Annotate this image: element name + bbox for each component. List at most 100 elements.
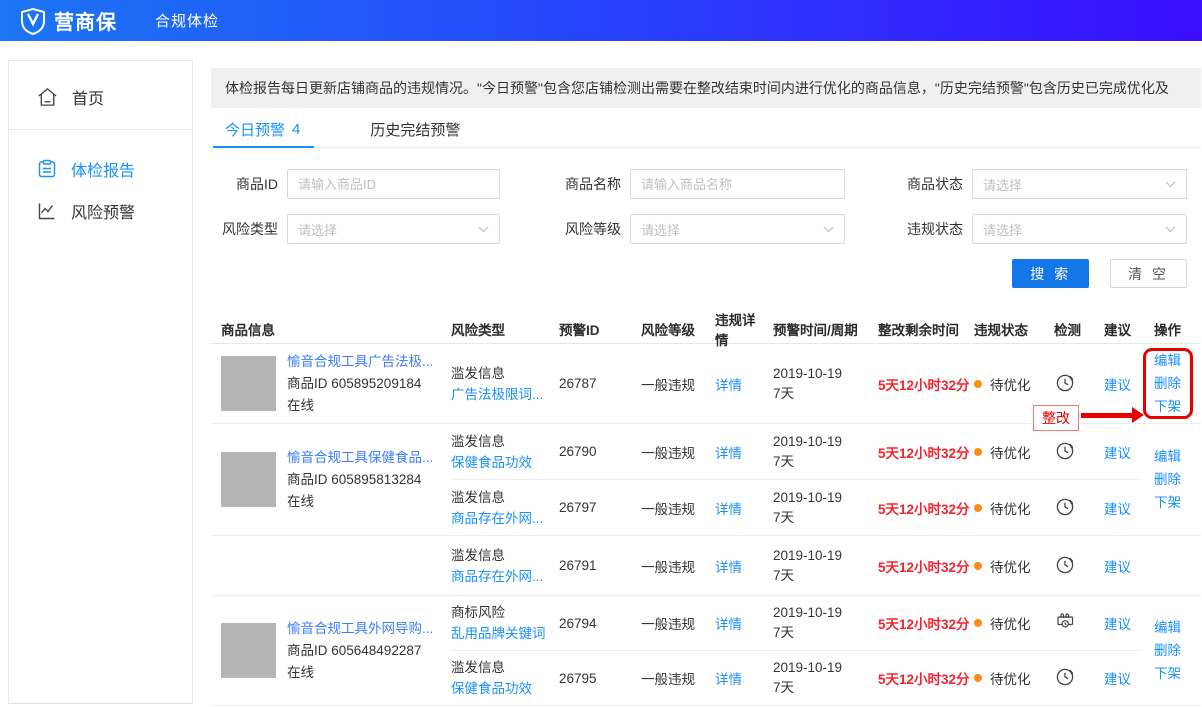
risk-level-cell: 一般违规: [627, 613, 701, 633]
product-cell: 愉音合规工具外网导购... 商品ID 605648492287 在线: [211, 596, 451, 705]
detail-link[interactable]: 详情: [715, 617, 742, 632]
clock-countdown-icon[interactable]: [1054, 439, 1077, 462]
risk-detail-link[interactable]: 保健食品功效: [451, 452, 551, 473]
violation-status-cell: 待优化: [960, 668, 1040, 688]
product-title-link[interactable]: 愉音合规工具保健食品...: [287, 447, 433, 469]
warn-id-cell: 26791: [551, 558, 627, 573]
table-row: 愉音合规工具外网导购... 商品ID 605648492287 在线 商标风险 …: [211, 596, 1201, 706]
warn-date: 2019-10-19: [773, 488, 864, 508]
check-cell: [1040, 371, 1090, 397]
product-cell: 愉音合规工具广告法极... 商品ID 605895209184 在线: [211, 344, 451, 423]
risk-level-select[interactable]: 请选择: [630, 214, 845, 244]
delete-link[interactable]: 删除: [1154, 471, 1201, 489]
edit-link[interactable]: 编辑: [1154, 352, 1201, 370]
delete-link[interactable]: 删除: [1154, 375, 1201, 393]
tab-history-warnings[interactable]: 历史完结预警: [370, 111, 460, 147]
risk-type-select[interactable]: 请选择: [287, 214, 500, 244]
warn-cycle: 7天: [773, 452, 864, 472]
detail-cell: 详情: [701, 374, 759, 394]
select-placeholder: 请选择: [298, 220, 337, 239]
operations-cell: [1140, 536, 1201, 595]
calendar-clock-icon[interactable]: [1054, 610, 1077, 633]
status-text: 待优化: [990, 442, 1031, 462]
select-placeholder: 请选择: [641, 220, 680, 239]
edit-link[interactable]: 编辑: [1154, 448, 1201, 466]
sidebar-item-home[interactable]: 首页: [9, 61, 192, 130]
status-text: 待优化: [990, 498, 1031, 518]
risk-detail-link[interactable]: 广告法极限词...: [451, 384, 551, 405]
sidebar-item-risk[interactable]: 风险预警: [9, 190, 192, 232]
advice-link[interactable]: 建议: [1104, 672, 1131, 687]
detail-link[interactable]: 详情: [715, 672, 742, 687]
product-online-status: 在线: [287, 491, 433, 513]
remaining-time-cell: 5天12小时32分: [864, 442, 960, 462]
edit-link[interactable]: 编辑: [1154, 619, 1201, 637]
filter-label-violation-status: 违规状态: [845, 214, 972, 244]
check-cell: [1040, 610, 1090, 636]
advice-cell: 建议: [1090, 442, 1140, 462]
clear-button[interactable]: 清 空: [1110, 259, 1187, 288]
detail-link[interactable]: 详情: [715, 378, 742, 393]
violation-status-select[interactable]: 请选择: [972, 214, 1187, 244]
chevron-down-icon: [823, 226, 834, 233]
detail-link[interactable]: 详情: [715, 446, 742, 461]
tab-bar: 今日预警 4 历史完结预警: [211, 111, 1201, 148]
clock-countdown-icon[interactable]: [1054, 553, 1077, 576]
warn-time-cell: 2019-10-19 7天: [759, 364, 864, 404]
sidebar-menu: 体检报告 风险预警: [9, 130, 192, 232]
product-name-input[interactable]: [630, 169, 845, 199]
advice-link[interactable]: 建议: [1104, 446, 1131, 461]
sidebar-item-report[interactable]: 体检报告: [9, 148, 192, 190]
product-title-link[interactable]: 愉音合规工具外网导购...: [287, 618, 433, 640]
remaining-time-cell: 5天12小时32分: [864, 498, 960, 518]
product-id-input[interactable]: [287, 169, 500, 199]
advice-link[interactable]: 建议: [1104, 560, 1131, 575]
product-status-select[interactable]: 请选择: [972, 169, 1187, 199]
clock-countdown-icon[interactable]: [1054, 371, 1077, 394]
clock-countdown-icon[interactable]: [1054, 665, 1077, 688]
tab-label: 历史完结预警: [370, 119, 460, 140]
risk-detail-link[interactable]: 乱用品牌关键词: [451, 623, 551, 644]
advice-link[interactable]: 建议: [1104, 502, 1131, 517]
risk-type-cell: 滥发信息 商品存在外网...: [451, 487, 551, 529]
detail-cell: 详情: [701, 442, 759, 462]
takedown-link[interactable]: 下架: [1154, 665, 1201, 683]
check-cell: [1040, 553, 1090, 579]
tab-label: 今日预警: [225, 119, 285, 140]
product-cell: 愉音合规工具保健食品... 商品ID 605895813284 在线: [211, 424, 451, 535]
violation-status-cell: 待优化: [960, 613, 1040, 633]
check-cell: [1040, 439, 1090, 465]
takedown-link[interactable]: 下架: [1154, 494, 1201, 512]
detail-link[interactable]: 详情: [715, 560, 742, 575]
warn-id-cell: 26790: [551, 444, 627, 459]
app-title: 合规体检: [155, 10, 219, 31]
status-dot: [974, 674, 982, 682]
advice-cell: 建议: [1090, 668, 1140, 688]
sidebar: 首页 体检报告: [8, 60, 193, 704]
check-cell: [1040, 665, 1090, 691]
tab-today-warnings[interactable]: 今日预警 4: [225, 111, 300, 147]
detail-cell: 详情: [701, 556, 759, 576]
col-header-risk-level: 风险等级: [627, 319, 701, 339]
search-button[interactable]: 搜 索: [1012, 259, 1089, 288]
product-online-status: 在线: [287, 395, 433, 417]
table-row: 滥发信息 商品存在外网... 26791 一般违规 详情 2019-10-19 …: [211, 536, 1201, 596]
advice-link[interactable]: 建议: [1104, 617, 1131, 632]
advice-cell: 建议: [1090, 374, 1140, 394]
product-id-text: 商品ID 605648492287: [287, 640, 433, 662]
violation-row: 滥发信息 商品存在外网... 26797 一般违规 详情 2019-10-19 …: [451, 479, 1140, 535]
risk-detail-link[interactable]: 商品存在外网...: [451, 566, 551, 587]
clock-countdown-icon[interactable]: [1054, 495, 1077, 518]
table-row: 愉音合规工具保健食品... 商品ID 605895813284 在线 滥发信息 …: [211, 424, 1201, 536]
risk-detail-link[interactable]: 商品存在外网...: [451, 508, 551, 529]
warn-date: 2019-10-19: [773, 603, 864, 623]
delete-link[interactable]: 删除: [1154, 642, 1201, 660]
risk-level-cell: 一般违规: [627, 442, 701, 462]
col-header-risk-type: 风险类型: [451, 319, 551, 339]
advice-link[interactable]: 建议: [1104, 378, 1131, 393]
takedown-link[interactable]: 下架: [1154, 398, 1201, 416]
risk-detail-link[interactable]: 保健食品功效: [451, 678, 551, 699]
detail-link[interactable]: 详情: [715, 502, 742, 517]
product-title-link[interactable]: 愉音合规工具广告法极...: [287, 351, 433, 373]
warn-cycle: 7天: [773, 678, 864, 698]
